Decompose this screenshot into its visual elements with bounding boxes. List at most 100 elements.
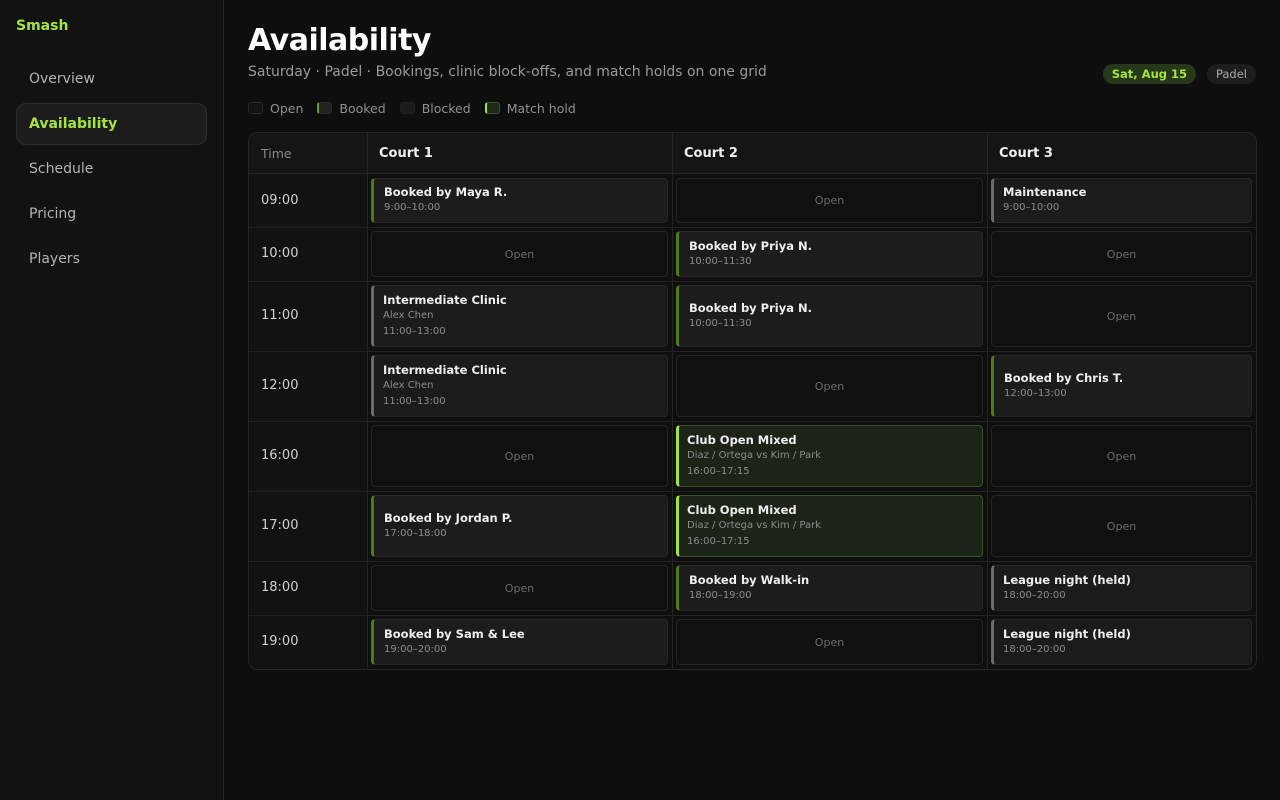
booked-slot[interactable]: Booked by Chris T. 12:00–13:00 [991,355,1252,417]
slot-title: Booked by Maya R. [384,185,508,199]
slot-title: Booked by Walk-in [689,572,810,587]
blocked-slot[interactable]: League night (held) 18:00–20:00 [991,619,1252,665]
legend-label: Open [270,100,304,116]
slot-subtitle: Diaz / Ortega vs Kim / Park [687,449,822,461]
slot-time: 17:00–18:00 [384,527,447,539]
page-subtitle: Saturday · Padel · Bookings, clinic bloc… [248,64,767,80]
slot-time: 18:00–19:00 [689,589,752,601]
slot-time: 11:00–13:00 [383,325,446,337]
court-1-header: Court 1 [379,146,433,161]
open-slot[interactable]: Open [371,231,668,277]
blocked-slot[interactable]: League night (held) 18:00–20:00 [991,565,1252,611]
slot-title: Booked by Chris T. [1004,370,1124,385]
column-divider [367,133,368,669]
row-divider [249,421,1256,422]
row-divider [249,281,1256,282]
open-slot[interactable]: Open [371,565,668,611]
sidebar-item-pricing[interactable]: Pricing [16,193,207,235]
court-3-header: Court 3 [999,146,1053,161]
slot-title: Club Open Mixed [687,502,797,517]
slot-title: Booked by Priya N. [689,300,812,315]
legend: Open Booked Blocked Match hold [248,100,590,116]
slot-title: League night (held) [1003,572,1131,587]
date-badge[interactable]: Sat, Aug 15 [1102,64,1196,84]
court-2-header: Court 2 [684,146,738,161]
open-slot[interactable]: Open [676,178,983,223]
slot-subtitle: Alex Chen [383,379,434,391]
time-slot-label: 18:00 [261,580,299,595]
legend-item-match-hold: Match hold [484,100,576,116]
slot-title: Booked by Priya N. [689,238,812,253]
booked-slot[interactable]: Booked by Priya N. 10:00–11:30 [676,231,983,277]
legend-label: Match hold [506,100,576,116]
slot-title: Club Open Mixed [687,432,797,447]
sidebar-item-players[interactable]: Players [16,238,207,280]
grid-header: Time Court 1 Court 2 Court 3 [249,133,1256,174]
legend-item-open: Open [248,101,303,116]
sport-badge[interactable]: Padel [1206,64,1256,84]
booked-slot[interactable]: Booked by Jordan P. 17:00–18:00 [371,495,668,557]
legend-label: Blocked [421,100,471,116]
sidebar-item-overview[interactable]: Overview [16,58,207,100]
time-slot-label: 12:00 [261,378,299,393]
row-divider [249,561,1256,562]
booked-slot[interactable]: Booked by Sam & Lee 19:00–20:00 [371,619,668,665]
booked-slot[interactable]: Booked by Maya R. 9:00–10:00 [371,178,668,223]
availability-grid: Time Court 1 Court 2 Court 3 09:00 Booked… [248,132,1257,670]
time-slot-label: 11:00 [261,308,299,323]
blocked-slot[interactable]: Intermediate Clinic Alex Chen 11:00–13:00 [371,355,668,417]
slot-title: Booked by Jordan P. [384,510,513,525]
slot-time: 12:00–13:00 [1004,387,1067,399]
blocked-slot[interactable]: Intermediate Clinic Alex Chen 11:00–13:00 [371,285,668,347]
slot-subtitle: Diaz / Ortega vs Kim / Park [687,519,822,531]
slot-title: League night (held) [1003,626,1131,641]
sidebar-nav: Overview Availability Schedule Pricing P… [16,58,207,283]
row-divider [249,491,1256,492]
page-title: Availability [248,23,431,58]
booked-slot[interactable]: Booked by Walk-in 18:00–19:00 [676,565,983,611]
time-slot-label: 17:00 [261,518,299,533]
slot-time: 10:00–11:30 [689,317,752,329]
row-divider [249,351,1256,352]
booked-slot[interactable]: Booked by Priya N. 10:00–11:30 [676,285,983,347]
match-hold-slot[interactable]: Club Open Mixed Diaz / Ortega vs Kim / Pa… [676,425,983,487]
sidebar-item-schedule[interactable]: Schedule [16,148,207,190]
column-divider [987,133,988,669]
brand-logo[interactable]: Smash [16,18,68,34]
time-slot-label: 19:00 [261,634,299,649]
column-divider [672,133,673,669]
match-hold-swatch-icon [484,102,500,114]
slot-time: 10:00–11:30 [689,255,752,267]
legend-label: Booked [339,100,386,116]
open-slot[interactable]: Open [991,231,1252,277]
slot-time: 16:00–17:15 [687,535,750,547]
slot-time: 9:00–10:00 [384,202,441,213]
slot-time: 18:00–20:00 [1003,643,1066,655]
time-slot-label: 09:00 [261,192,299,208]
slot-title: Intermediate Clinic [383,292,507,307]
slot-title: Intermediate Clinic [383,362,507,377]
slot-title: Maintenance [1003,185,1087,199]
sidebar-item-availability[interactable]: Availability [16,103,207,145]
legend-item-blocked: Blocked [399,100,471,116]
time-column-header: Time [261,146,292,161]
slot-time: 18:00–20:00 [1003,589,1066,601]
open-swatch-icon [248,102,263,114]
slot-subtitle: Alex Chen [383,309,434,321]
open-slot[interactable]: Open [991,495,1252,557]
slot-time: 16:00–17:15 [687,465,750,477]
booked-swatch-icon [317,102,333,114]
time-slot-label: 10:00 [261,246,299,261]
sidebar: Smash Overview Availability Schedule Pri… [0,0,224,800]
open-slot[interactable]: Open [371,425,668,487]
slot-time: 11:00–13:00 [383,395,446,407]
match-hold-slot[interactable]: Club Open Mixed Diaz / Ortega vs Kim / Pa… [676,495,983,557]
open-slot[interactable]: Open [676,355,983,417]
open-slot[interactable]: Open [991,425,1252,487]
slot-time: 9:00–10:00 [1003,202,1060,213]
slot-time: 19:00–20:00 [384,643,447,655]
open-slot[interactable]: Open [676,619,983,665]
blocked-slot[interactable]: Maintenance 9:00–10:00 [991,178,1252,223]
open-slot[interactable]: Open [991,285,1252,347]
time-slot-label: 16:00 [261,448,299,463]
